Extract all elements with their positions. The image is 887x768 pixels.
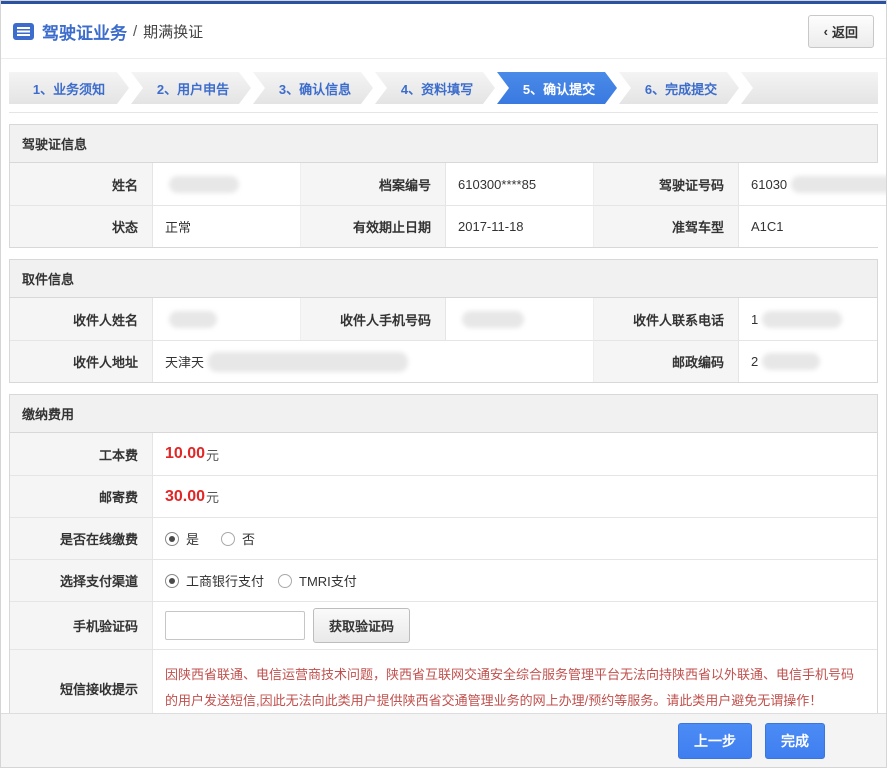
recipient-address-value: 天津天 (152, 340, 593, 382)
step-label: 3、确认信息 (278, 81, 352, 97)
pickup-info-table: 收件人姓名 收件人手机号码 收件人联系电话 1 收件人地址 天津天 邮政编码 2 (10, 298, 877, 382)
license-no-label: 驾驶证号码 (593, 163, 738, 205)
breadcrumb-current: 期满换证 (143, 23, 204, 41)
valid-until-label: 有效期止日期 (300, 205, 445, 247)
fee-unit: 元 (206, 447, 220, 463)
page: 驾驶证业务 / 期满换证 ‹ 返回 1、业务须知 2、用户申告 3、确认信息 4… (0, 0, 887, 768)
valid-until-value: 2017-11-18 (445, 205, 593, 247)
form-list-icon (13, 22, 34, 40)
pickup-section-title: 取件信息 (10, 260, 877, 298)
online-payment-yes-label[interactable]: 是 (186, 529, 199, 548)
redacted-value (462, 310, 524, 328)
sms-code-label: 手机验证码 (10, 601, 152, 649)
redacted-value (791, 175, 886, 193)
step-6-complete-submit[interactable]: 6、完成提交 (619, 72, 739, 104)
recipient-phone-value: 1 (738, 298, 877, 340)
file-no-value: 610300****85 (445, 163, 593, 205)
vehicle-class-value: A1C1 (738, 205, 886, 247)
pickup-info-section: 取件信息 收件人姓名 收件人手机号码 收件人联系电话 1 收件人地址 天津天 邮… (9, 259, 878, 383)
postal-visible-prefix: 2 (751, 354, 759, 369)
online-payment-no-radio[interactable] (221, 531, 236, 546)
payment-channel-options: 工商银行支付 TMRI支付 (152, 559, 877, 601)
redacted-value (762, 310, 843, 328)
step-4-fill-materials[interactable]: 4、资料填写 (375, 72, 495, 104)
payment-table: 工本费 10.00 元 邮寄费 30.00 元 是否在线缴费 是 否 选择支付渠道 … (10, 433, 877, 726)
postal-code-label: 邮政编码 (593, 340, 738, 382)
divider (9, 112, 878, 113)
online-payment-options: 是 否 (152, 517, 877, 559)
mailing-fee-value: 30.00 元 (152, 475, 877, 517)
phone-visible-prefix: 1 (751, 311, 759, 327)
sms-notice-text: 因陕西省联通、电信运营商技术问题，陕西省互联网交通安全综合服务管理平台无法向持陕… (165, 667, 855, 708)
license-no-visible-prefix: 61030 (751, 176, 788, 192)
step-1-business-notice[interactable]: 1、业务须知 (9, 72, 129, 104)
recipient-name-value (152, 298, 300, 340)
online-payment-yes-radio[interactable] (165, 531, 179, 546)
recipient-mobile-value (445, 298, 593, 340)
step-label: 5、确认提交 (522, 81, 596, 97)
breadcrumb-separator: / (133, 22, 138, 40)
production-fee-value: 10.00 元 (152, 433, 877, 475)
step-label: 6、完成提交 (644, 81, 718, 97)
step-3-confirm-info[interactable]: 3、确认信息 (253, 72, 373, 104)
finish-button[interactable]: 完成 (765, 722, 825, 759)
step-label: 1、业务须知 (32, 81, 106, 97)
footer-action-bar: 上一步 完成 (1, 713, 886, 767)
fee-unit: 元 (206, 490, 220, 505)
sms-code-input[interactable] (165, 611, 305, 640)
license-info-table: 姓名 档案编号 610300****85 驾驶证号码 61030 状态 正常 有… (10, 163, 886, 247)
step-label: 2、用户申告 (156, 81, 230, 97)
recipient-phone-label: 收件人联系电话 (593, 298, 738, 340)
redacted-value (762, 353, 821, 370)
channel-icbc-label[interactable]: 工商银行支付 (186, 571, 264, 590)
channel-icbc-radio[interactable] (165, 573, 179, 588)
redacted-value (208, 351, 409, 372)
payment-channel-label: 选择支付渠道 (10, 559, 152, 601)
chevron-left-icon: ‹ (823, 23, 828, 39)
recipient-mobile-label: 收件人手机号码 (300, 298, 445, 340)
name-label: 姓名 (10, 163, 152, 205)
status-label: 状态 (10, 205, 152, 247)
step-2-user-declaration[interactable]: 2、用户申告 (131, 72, 251, 104)
page-title: 驾驶证业务 (42, 23, 127, 43)
name-value (152, 163, 300, 205)
get-sms-code-button[interactable]: 获取验证码 (313, 608, 411, 643)
production-fee-amount: 10.00 (165, 445, 206, 462)
back-button[interactable]: ‹ 返回 (807, 14, 874, 48)
status-value: 正常 (152, 205, 300, 247)
address-visible-prefix: 天津天 (165, 355, 205, 370)
license-section-title: 驾驶证信息 (10, 125, 877, 163)
previous-step-button[interactable]: 上一步 (678, 722, 752, 759)
channel-tmri-radio[interactable] (278, 573, 293, 588)
license-info-section: 驾驶证信息 姓名 档案编号 610300****85 驾驶证号码 61030 状… (9, 124, 886, 248)
postal-code-value: 2 (738, 340, 877, 382)
redacted-value (169, 175, 239, 193)
vehicle-class-label: 准驾车型 (593, 205, 738, 247)
file-no-label: 档案编号 (300, 163, 445, 205)
redacted-value (169, 310, 217, 328)
license-no-value: 61030 (738, 163, 886, 205)
online-payment-label: 是否在线缴费 (10, 517, 152, 559)
recipient-address-label: 收件人地址 (10, 340, 152, 382)
payment-section-title: 缴纳费用 (10, 395, 877, 433)
mailing-fee-label: 邮寄费 (10, 475, 152, 517)
back-button-label: 返回 (831, 24, 858, 40)
step-5-confirm-submit[interactable]: 5、确认提交 (497, 72, 617, 104)
step-label: 4、资料填写 (400, 81, 474, 97)
wizard-steps: 1、业务须知 2、用户申告 3、确认信息 4、资料填写 5、确认提交 6、完成提… (9, 72, 878, 104)
production-fee-label: 工本费 (10, 433, 152, 475)
channel-tmri-label[interactable]: TMRI支付 (299, 571, 357, 590)
recipient-name-label: 收件人姓名 (10, 298, 152, 340)
steps-filler-bar (741, 72, 878, 104)
online-payment-no-label[interactable]: 否 (242, 529, 255, 548)
mailing-fee-amount: 30.00 (165, 487, 206, 505)
header: 驾驶证业务 / 期满换证 ‹ 返回 (1, 4, 886, 59)
sms-code-row: 获取验证码 (152, 601, 877, 649)
payment-section: 缴纳费用 工本费 10.00 元 邮寄费 30.00 元 是否在线缴费 是 否 选择… (9, 394, 878, 727)
